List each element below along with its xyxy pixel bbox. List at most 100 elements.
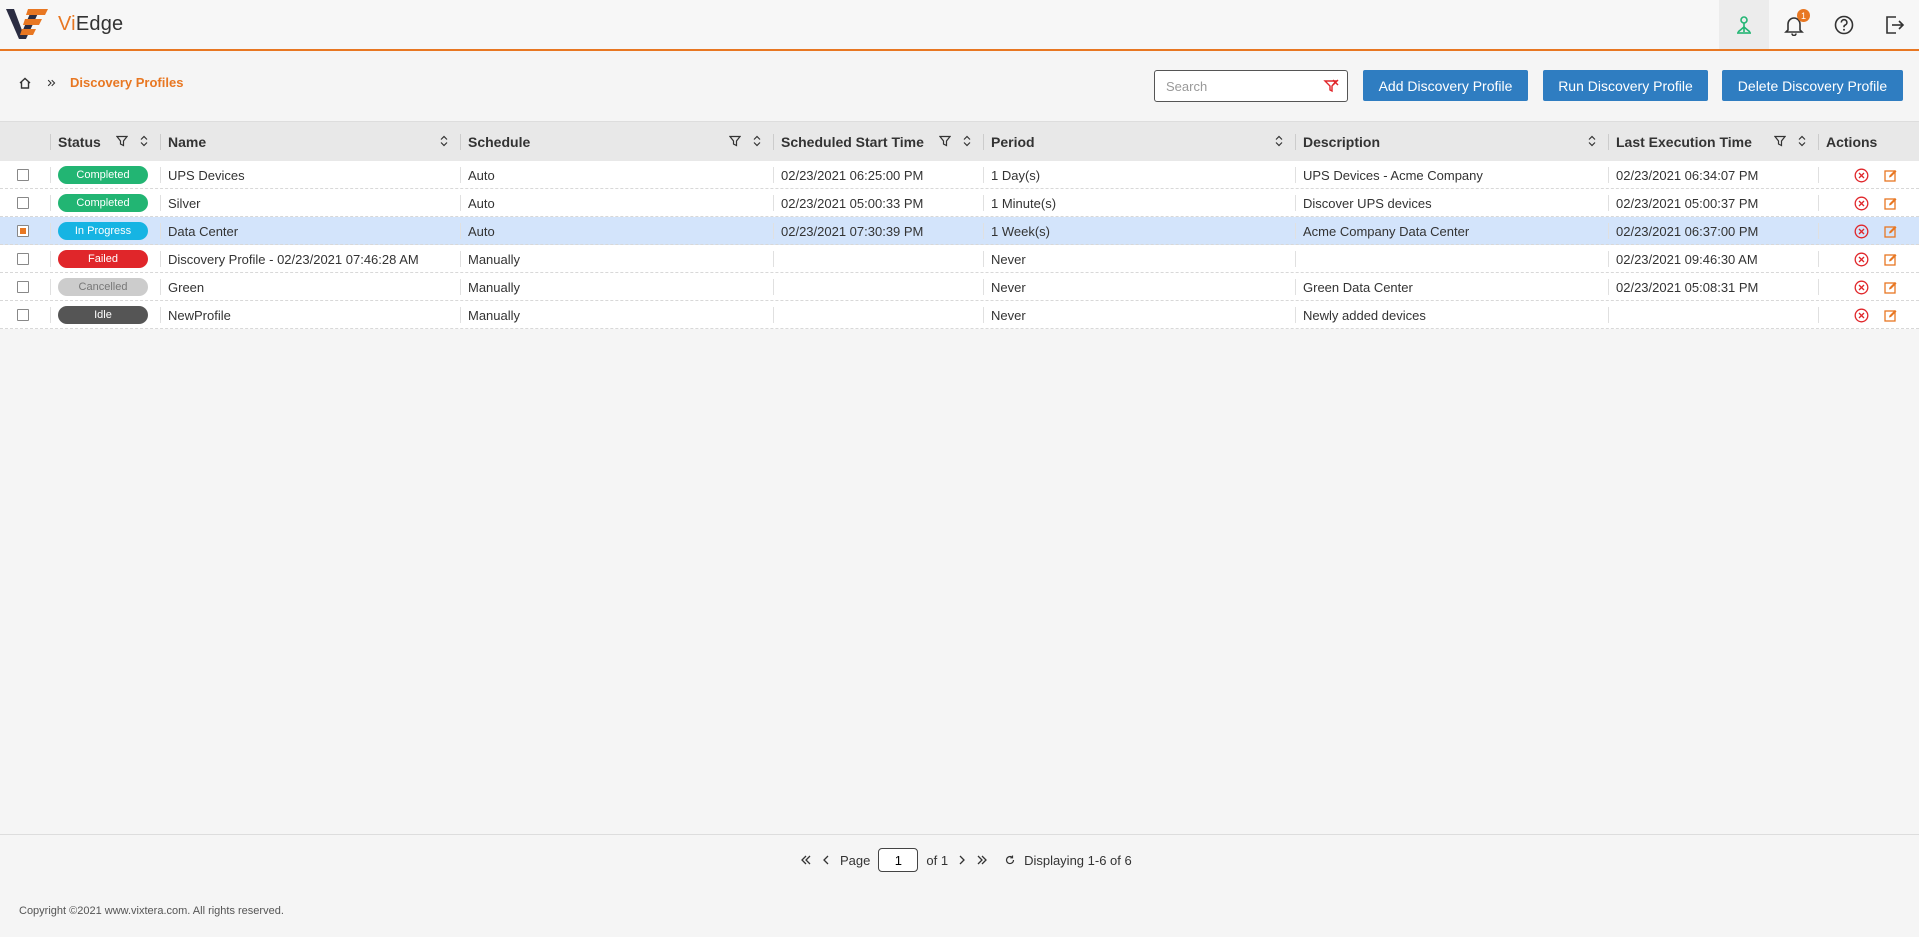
table-row[interactable]: In Progress Data Center Auto 02/23/2021 07:… xyxy=(0,217,1919,245)
sort-icon[interactable] xyxy=(1796,135,1808,147)
cell-actions xyxy=(1818,189,1919,217)
add-discovery-profile-button[interactable]: Add Discovery Profile xyxy=(1363,70,1528,101)
page-number-input[interactable] xyxy=(878,848,919,872)
cell-start-text: 02/23/2021 05:00:33 PM xyxy=(781,195,924,211)
edit-row-icon[interactable] xyxy=(1883,280,1898,295)
header-schedule[interactable]: Schedule xyxy=(460,122,773,162)
first-page-icon[interactable] xyxy=(800,854,812,866)
sort-icon[interactable] xyxy=(961,135,973,147)
delete-row-icon[interactable] xyxy=(1854,308,1869,323)
row-checkbox[interactable] xyxy=(17,197,29,209)
header-last-label: Last Execution Time xyxy=(1616,134,1752,150)
cell-select xyxy=(0,161,50,189)
delete-row-icon[interactable] xyxy=(1854,252,1869,267)
copyright: Copyright ©2021 www.vixtera.com. All rig… xyxy=(19,905,284,917)
cell-start: 02/23/2021 07:30:39 PM xyxy=(773,217,983,245)
cell-select xyxy=(0,189,50,217)
sort-icon[interactable] xyxy=(138,135,150,147)
row-checkbox[interactable] xyxy=(17,169,29,181)
cell-status: Idle xyxy=(50,301,160,329)
header-actions-label: Actions xyxy=(1826,134,1878,150)
next-page-icon[interactable] xyxy=(956,854,968,866)
display-summary: Displaying 1-6 of 6 xyxy=(1024,852,1132,868)
edit-row-icon[interactable] xyxy=(1883,168,1898,183)
delete-row-icon[interactable] xyxy=(1854,224,1869,239)
header-actions: Actions xyxy=(1818,122,1919,162)
cell-period: 1 Week(s) xyxy=(983,217,1295,245)
cell-select xyxy=(0,301,50,329)
previous-page-icon[interactable] xyxy=(820,854,832,866)
last-page-icon[interactable] xyxy=(976,854,988,866)
cell-description-text: UPS Devices - Acme Company xyxy=(1303,167,1483,183)
filter-icon[interactable] xyxy=(1774,135,1786,147)
clear-filter-icon[interactable] xyxy=(1323,78,1339,94)
header-last-execution-time[interactable]: Last Execution Time xyxy=(1608,122,1818,162)
cell-name: Silver xyxy=(160,189,460,217)
cell-description: UPS Devices - Acme Company xyxy=(1295,161,1608,189)
cell-period-text: 1 Week(s) xyxy=(991,223,1050,239)
sort-icon[interactable] xyxy=(1586,135,1598,147)
run-discovery-profile-button[interactable]: Run Discovery Profile xyxy=(1543,70,1708,101)
header-status[interactable]: Status xyxy=(50,122,160,162)
header-name[interactable]: Name xyxy=(160,122,460,162)
table-row[interactable]: Idle NewProfile Manually Never Newly added d… xyxy=(0,301,1919,329)
footer-divider xyxy=(0,834,1919,835)
cell-name: Data Center xyxy=(160,217,460,245)
cell-description: Newly added devices xyxy=(1295,301,1608,329)
help-button[interactable] xyxy=(1819,0,1869,49)
filter-icon[interactable] xyxy=(939,135,951,147)
delete-row-icon[interactable] xyxy=(1854,168,1869,183)
filter-icon[interactable] xyxy=(729,135,741,147)
sort-icon[interactable] xyxy=(751,135,763,147)
edit-row-icon[interactable] xyxy=(1883,224,1898,239)
cell-period: 1 Day(s) xyxy=(983,161,1295,189)
delete-row-icon[interactable] xyxy=(1854,196,1869,211)
page-label: Page xyxy=(840,852,871,868)
header-period[interactable]: Period xyxy=(983,122,1295,162)
cell-name: Discovery Profile - 02/23/2021 07:46:28 … xyxy=(160,245,460,273)
status-badge: Completed xyxy=(58,166,148,184)
row-checkbox[interactable] xyxy=(17,309,29,321)
refresh-icon[interactable] xyxy=(1004,854,1016,866)
row-checkbox[interactable] xyxy=(17,281,29,293)
app-logo[interactable]: ViEdge xyxy=(6,7,123,41)
cell-status: In Progress xyxy=(50,217,160,245)
pager: Page of 1 Displaying 1-6 of 6 xyxy=(800,848,1132,872)
discovery-nav-button[interactable] xyxy=(1719,0,1769,49)
edit-row-icon[interactable] xyxy=(1883,252,1898,267)
cell-last: 02/23/2021 09:46:30 AM xyxy=(1608,245,1818,273)
table-row[interactable]: Completed UPS Devices Auto 02/23/2021 06:25… xyxy=(0,161,1919,189)
cell-last-text: 02/23/2021 09:46:30 AM xyxy=(1616,251,1758,267)
logout-button[interactable] xyxy=(1869,0,1919,49)
cell-start-text: 02/23/2021 06:25:00 PM xyxy=(781,167,924,183)
cell-actions xyxy=(1818,301,1919,329)
grid-header: Status Name Schedule Scheduled Start Tim… xyxy=(0,121,1919,161)
cell-name-text: Silver xyxy=(168,195,201,211)
sort-icon[interactable] xyxy=(1273,135,1285,147)
cell-start: 02/23/2021 06:25:00 PM xyxy=(773,161,983,189)
cell-actions xyxy=(1818,273,1919,301)
delete-discovery-profile-button[interactable]: Delete Discovery Profile xyxy=(1722,70,1903,101)
table-row[interactable]: Failed Discovery Profile - 02/23/2021 07:… xyxy=(0,245,1919,273)
header-status-label: Status xyxy=(58,134,101,150)
edit-row-icon[interactable] xyxy=(1883,196,1898,211)
header-description[interactable]: Description xyxy=(1295,122,1608,162)
edit-row-icon[interactable] xyxy=(1883,308,1898,323)
sort-icon[interactable] xyxy=(438,135,450,147)
table-row[interactable]: Completed Silver Auto 02/23/2021 05:00:33 P… xyxy=(0,189,1919,217)
delete-row-icon[interactable] xyxy=(1854,280,1869,295)
table-row[interactable]: Cancelled Green Manually Never Green Data Ce… xyxy=(0,273,1919,301)
search-input[interactable] xyxy=(1166,78,1316,94)
cell-last-text: 02/23/2021 06:37:00 PM xyxy=(1616,223,1759,239)
cell-start xyxy=(773,273,983,301)
filter-icon[interactable] xyxy=(116,135,128,147)
home-icon[interactable] xyxy=(18,76,32,90)
cell-description: Green Data Center xyxy=(1295,273,1608,301)
cell-description-text: Green Data Center xyxy=(1303,279,1413,295)
row-checkbox[interactable] xyxy=(17,225,29,237)
cell-start xyxy=(773,301,983,329)
cell-name-text: UPS Devices xyxy=(168,167,245,183)
notifications-button[interactable]: 1 xyxy=(1769,0,1819,49)
row-checkbox[interactable] xyxy=(17,253,29,265)
header-scheduled-start-time[interactable]: Scheduled Start Time xyxy=(773,122,983,162)
